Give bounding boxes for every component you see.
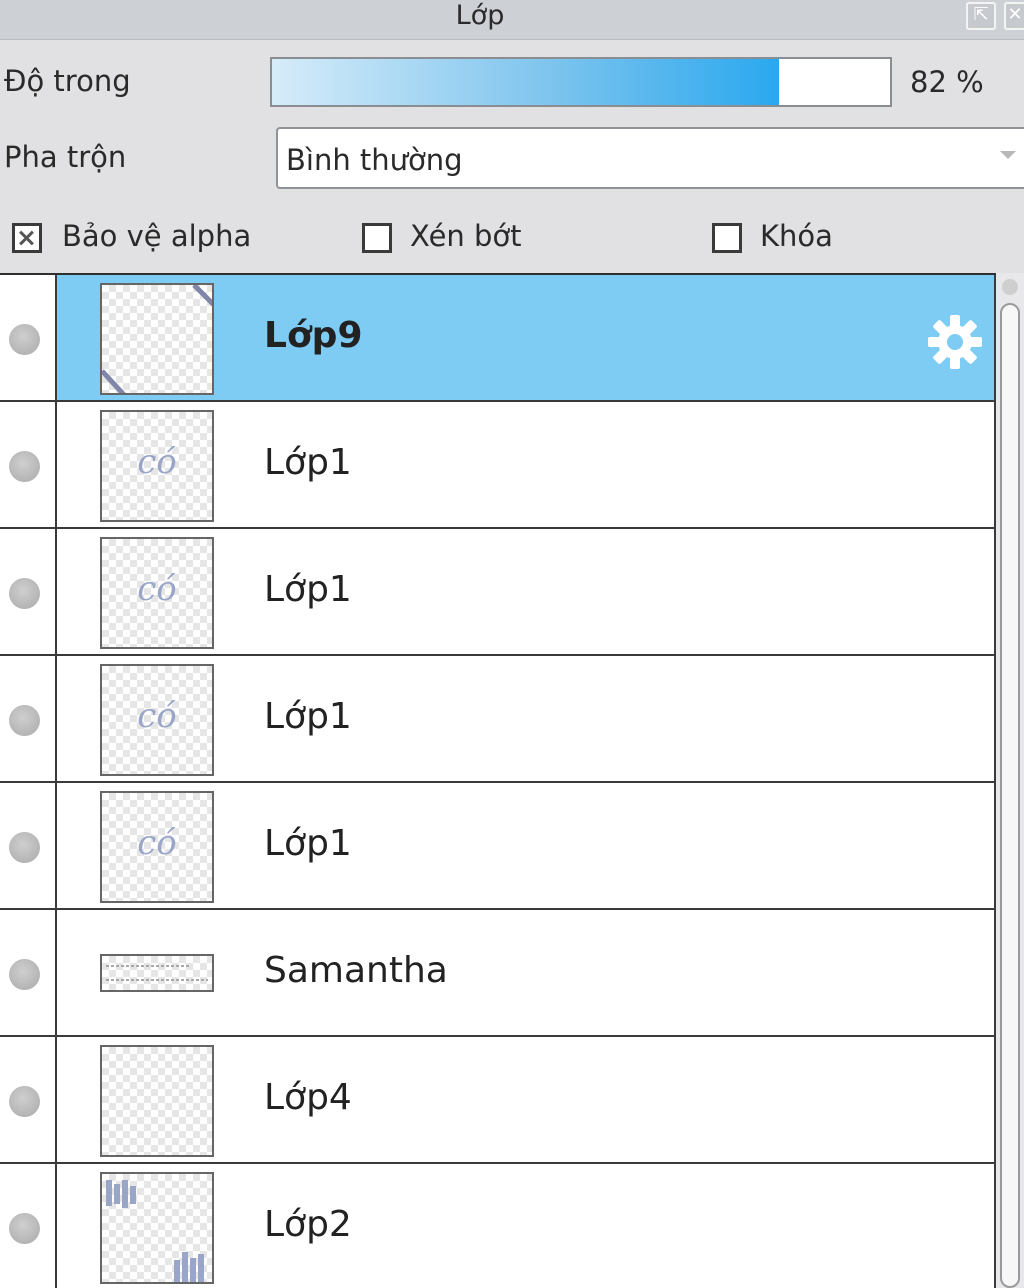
layer-row-7[interactable]: Lớp4 [0, 1037, 996, 1164]
visibility-cell[interactable] [0, 783, 57, 908]
panel-title: Lớp [455, 0, 505, 31]
visibility-cell[interactable] [0, 910, 57, 1035]
brush-marks-icon [106, 1180, 204, 1282]
layer-thumbnail [100, 283, 214, 395]
layer-name: Lớp2 [264, 1204, 352, 1245]
corner-stroke-icon [102, 285, 212, 393]
layer-name: Lớp1 [264, 569, 352, 610]
visibility-cell[interactable] [0, 275, 57, 400]
thumbnail-text: có [137, 696, 177, 736]
gear-icon[interactable] [926, 313, 984, 371]
layer-thumbnail [100, 1172, 214, 1284]
thumbnail-text: có [137, 823, 177, 863]
opacity-slider[interactable] [270, 57, 892, 107]
undock-icon[interactable]: ⇱ [966, 2, 996, 30]
visibility-cell[interactable] [0, 1164, 57, 1288]
visibility-icon[interactable] [9, 324, 40, 355]
thumbnail-text: có [137, 569, 177, 609]
visibility-cell[interactable] [0, 656, 57, 781]
layer-list: Lớp9 có Lớp1 có Lớp1 có Lớp1 có Lớp1 Sam… [0, 273, 996, 1288]
protect-alpha-checkbox[interactable] [12, 223, 42, 253]
text-lines-icon [106, 965, 208, 981]
layer-name: Lớp9 [264, 315, 363, 356]
layer-list-scrollbar[interactable] [996, 273, 1024, 1288]
visibility-icon[interactable] [9, 451, 40, 482]
opacity-slider-fill [272, 59, 779, 105]
lock-label: Khóa [760, 219, 833, 253]
thumbnail-text: có [137, 442, 177, 482]
layer-name: Lớp1 [264, 696, 352, 737]
visibility-icon[interactable] [9, 578, 40, 609]
layer-row-8[interactable]: Lớp2 [0, 1164, 996, 1288]
layer-thumbnail: có [100, 537, 214, 649]
visibility-icon[interactable] [9, 1213, 40, 1244]
visibility-icon[interactable] [9, 959, 40, 990]
visibility-icon[interactable] [9, 1086, 40, 1117]
clipping-label: Xén bớt [410, 219, 522, 253]
clipping-checkbox[interactable] [362, 223, 392, 253]
layer-row-5[interactable]: có Lớp1 [0, 783, 996, 910]
blend-mode-value: Bình thường [286, 143, 463, 177]
lock-checkbox[interactable] [712, 223, 742, 253]
visibility-icon[interactable] [9, 832, 40, 863]
blend-label: Pha trộn [4, 140, 127, 174]
layer-row-6[interactable]: Samantha [0, 910, 996, 1037]
layer-thumbnail: có [100, 410, 214, 522]
layer-thumbnail: có [100, 664, 214, 776]
layer-name: Lớp4 [264, 1077, 352, 1118]
chevron-down-icon [1000, 151, 1016, 159]
layer-name: Lớp1 [264, 442, 352, 483]
close-icon[interactable]: ✕ [1004, 2, 1024, 30]
layer-row-1[interactable]: Lớp9 [0, 275, 996, 402]
layer-thumbnail [100, 1045, 214, 1157]
layer-row-3[interactable]: có Lớp1 [0, 529, 996, 656]
layer-name: Lớp1 [264, 823, 352, 864]
visibility-cell[interactable] [0, 1037, 57, 1162]
layer-row-2[interactable]: có Lớp1 [0, 402, 996, 529]
visibility-cell[interactable] [0, 402, 57, 527]
opacity-value: 82 % [910, 65, 984, 99]
blend-mode-select[interactable]: Bình thường [276, 127, 1024, 189]
scrollbar-thumb[interactable] [1000, 303, 1020, 1288]
layer-row-4[interactable]: có Lớp1 [0, 656, 996, 783]
visibility-cell[interactable] [0, 529, 57, 654]
layer-name: Samantha [264, 950, 448, 991]
opacity-label: Độ trong [4, 64, 131, 98]
layer-thumbnail [100, 954, 214, 992]
protect-alpha-label: Bảo vệ alpha [62, 219, 252, 253]
scroll-up-button[interactable] [1002, 279, 1018, 295]
visibility-icon[interactable] [9, 705, 40, 736]
panel-titlebar: Lớp ⇱ ✕ [0, 0, 1024, 40]
layer-thumbnail: có [100, 791, 214, 903]
